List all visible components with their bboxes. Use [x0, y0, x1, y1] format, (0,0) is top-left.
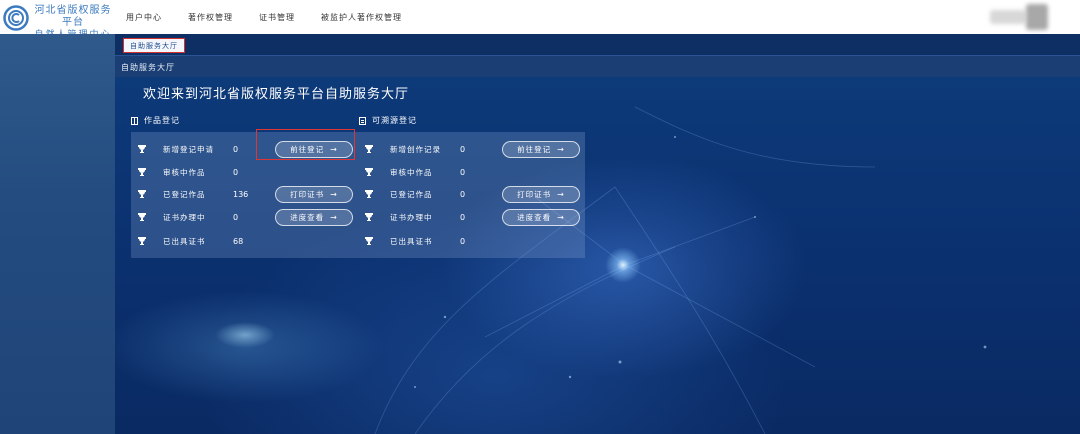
light-flare: [605, 247, 641, 283]
button-label: 进度查看: [517, 213, 552, 222]
stat-label: 已登记作品: [163, 189, 206, 199]
stat-label: 证书办理中: [163, 212, 206, 222]
list-item: 新增登记申请 0: [137, 142, 273, 156]
stat-value: 0: [233, 167, 239, 177]
button-label: 进度查看: [290, 213, 325, 222]
section-title-traceable-registration: 可溯源登记: [359, 115, 417, 126]
print-traceable-certificate-button[interactable]: 打印证书 →: [502, 186, 580, 203]
nav-user-center[interactable]: 用户中心: [126, 12, 162, 23]
breadcrumb-text: 自助服务大厅: [121, 63, 175, 72]
list-item: 证书办理中 0: [364, 210, 500, 224]
trophy-icon: [138, 190, 146, 198]
stat-value: 0: [460, 212, 466, 222]
stat-label: 新增登记申请: [163, 144, 214, 154]
stat-value: 0: [233, 144, 239, 154]
arrow-right-icon: →: [557, 145, 565, 154]
tab-self-service-hall[interactable]: 自助服务大厅: [123, 38, 185, 53]
stat-label: 已登记作品: [390, 189, 433, 199]
document-icon: [359, 116, 366, 125]
stat-value: 68: [233, 236, 244, 246]
view-progress-button[interactable]: 进度查看 →: [275, 209, 353, 226]
list-item: 审核中作品 0: [137, 165, 273, 179]
trophy-icon: [138, 145, 146, 153]
top-bar: 河北省版权服务平台 自然人管理中心 用户中心 著作权管理 证书管理 被监护人著作…: [0, 0, 1080, 40]
list-item: 证书办理中 0: [137, 210, 273, 224]
trophy-icon: [365, 213, 373, 221]
logo-line-1: 河北省版权服务平台: [34, 5, 112, 28]
arrow-right-icon: →: [330, 145, 338, 154]
trophy-icon: [365, 237, 373, 245]
trophy-icon: [365, 145, 373, 153]
stat-value: 0: [460, 189, 466, 199]
stat-value: 136: [233, 189, 249, 199]
go-record-button[interactable]: 前往登记 →: [502, 141, 580, 158]
section-title-text: 可溯源登记: [372, 116, 417, 125]
section-title-text: 作品登记: [144, 116, 180, 125]
avatar[interactable]: [1026, 4, 1048, 30]
print-certificate-button[interactable]: 打印证书 →: [275, 186, 353, 203]
button-label: 前往登记: [517, 145, 552, 154]
stat-label: 已出具证书: [163, 236, 206, 246]
arrow-right-icon: →: [557, 190, 565, 199]
trophy-icon: [365, 168, 373, 176]
nav-certificate-management[interactable]: 证书管理: [259, 12, 295, 23]
arrow-right-icon: →: [330, 213, 338, 222]
go-register-button[interactable]: 前往登记 →: [275, 141, 353, 158]
platform-logo-icon: [3, 5, 29, 31]
section-title-work-registration: 作品登记: [131, 115, 180, 126]
arrow-right-icon: →: [557, 213, 565, 222]
nav-ward-copyright-management[interactable]: 被监护人著作权管理: [321, 12, 402, 23]
trophy-icon: [365, 190, 373, 198]
welcome-title: 欢迎来到河北省版权服务平台自助服务大厅: [143, 87, 410, 102]
trophy-icon: [138, 237, 146, 245]
trophy-icon: [138, 213, 146, 221]
stat-value: 0: [460, 167, 466, 177]
view-traceable-progress-button[interactable]: 进度查看 →: [502, 209, 580, 226]
left-sidebar: [0, 34, 115, 434]
list-item: 已登记作品 0: [364, 187, 500, 201]
user-name-blurred: [990, 10, 1026, 24]
arrow-right-icon: →: [330, 190, 338, 199]
stat-label: 审核中作品: [390, 167, 433, 177]
stat-label: 已出具证书: [390, 236, 433, 246]
nav-copyright-management[interactable]: 著作权管理: [188, 12, 233, 23]
user-avatar-area[interactable]: [990, 2, 1058, 32]
light-orb: [215, 322, 275, 348]
stat-value: 0: [460, 144, 466, 154]
list-item: 审核中作品 0: [364, 165, 500, 179]
breadcrumb: 自助服务大厅: [115, 55, 1080, 78]
button-label: 打印证书: [290, 190, 325, 199]
list-item: 已出具证书 0: [364, 234, 500, 248]
list-item: 新增创作记录 0: [364, 142, 500, 156]
stat-value: 0: [460, 236, 466, 246]
button-label: 打印证书: [517, 190, 552, 199]
list-item: 已出具证书 68: [137, 234, 273, 248]
top-nav: 用户中心 著作权管理 证书管理 被监护人著作权管理: [126, 12, 428, 23]
stat-label: 审核中作品: [163, 167, 206, 177]
list-item: 已登记作品 136: [137, 187, 273, 201]
button-label: 前往登记: [290, 145, 325, 154]
book-icon: [131, 116, 138, 125]
tab-strip: 自助服务大厅: [115, 34, 1080, 55]
stat-value: 0: [233, 212, 239, 222]
stat-label: 新增创作记录: [390, 144, 441, 154]
trophy-icon: [138, 168, 146, 176]
stat-label: 证书办理中: [390, 212, 433, 222]
